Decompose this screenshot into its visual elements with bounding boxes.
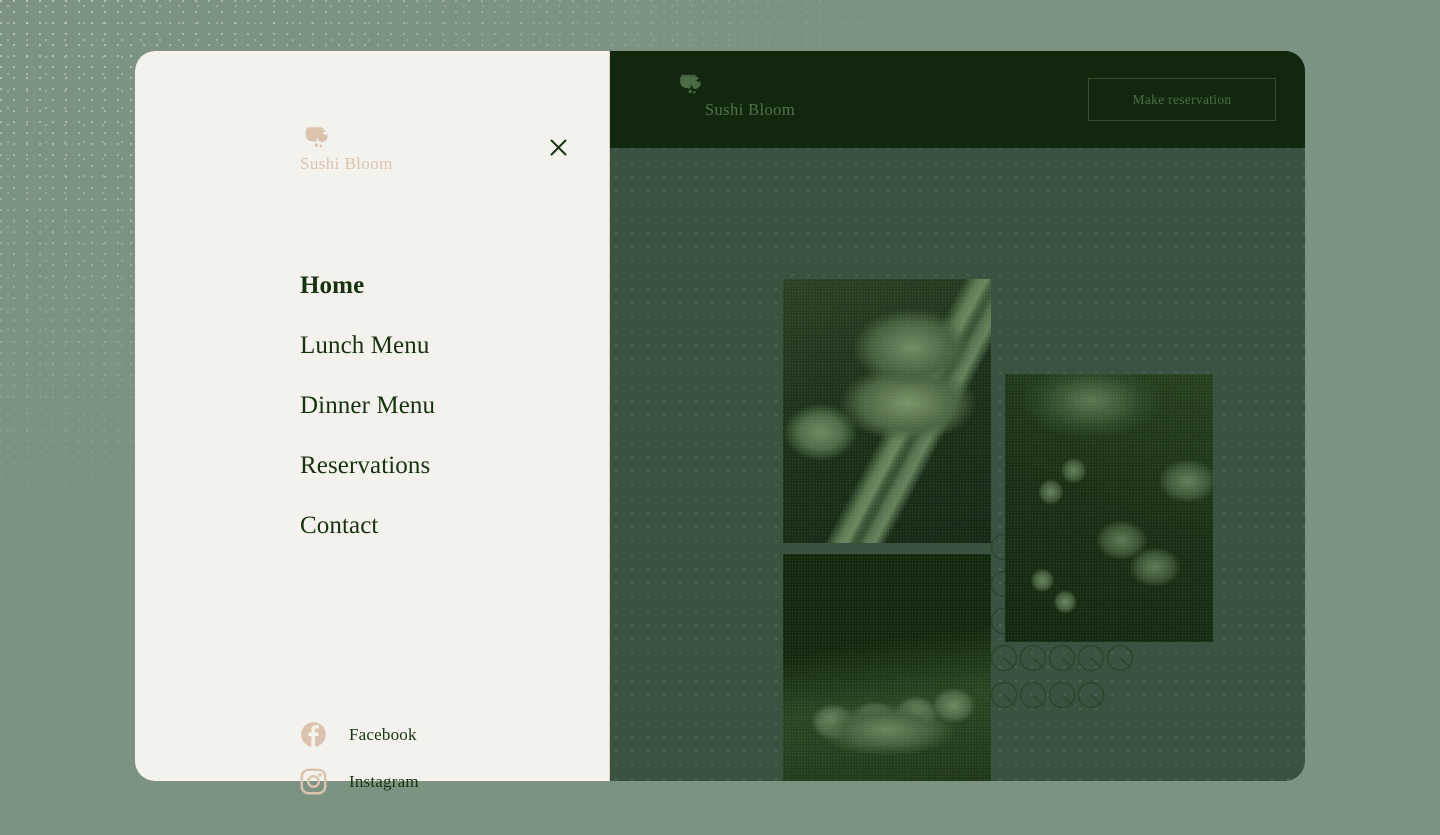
facebook-icon [301, 722, 326, 747]
header-brand-name: Sushi Bloom [704, 100, 796, 119]
social-link-instagram[interactable]: Instagram [300, 758, 419, 805]
close-icon [550, 139, 566, 155]
navigation-drawer: Sushi Bloom Home Lunch Menu Dinner Menu … [135, 51, 610, 795]
photo-tint [783, 279, 991, 543]
sushi-board-photo [1005, 374, 1213, 642]
nav-item-home: Home [300, 256, 600, 316]
nav-link-home[interactable]: Home [300, 256, 600, 316]
nav-item-reservations: Reservations [300, 436, 600, 496]
shrimp-icon [680, 74, 701, 94]
photo-tint [783, 554, 991, 781]
drawer-brand-name: Sushi Bloom [300, 154, 393, 173]
social-label-facebook: Facebook [349, 724, 417, 744]
sushi-tray-photo [783, 554, 991, 781]
nav-link-contact[interactable]: Contact [300, 496, 600, 556]
page-background: Sushi Bloom Make reservation Sushi Bloom [0, 0, 1440, 835]
make-reservation-button[interactable]: Make reservation [1088, 78, 1276, 121]
nav-item-lunch-menu: Lunch Menu [300, 316, 600, 376]
shrimp-icon [305, 126, 328, 148]
social-links-list: Facebook Instagram [300, 711, 419, 805]
nav-link-reservations[interactable]: Reservations [300, 436, 600, 496]
nav-link-lunch-menu[interactable]: Lunch Menu [300, 316, 600, 376]
drawer-brand[interactable]: Sushi Bloom [300, 123, 393, 174]
nav-link-dinner-menu[interactable]: Dinner Menu [300, 376, 600, 436]
nav-item-dinner-menu: Dinner Menu [300, 376, 600, 436]
social-item-instagram: Instagram [300, 758, 419, 805]
social-link-facebook[interactable]: Facebook [300, 711, 419, 758]
header-brand[interactable]: Sushi Bloom [675, 71, 825, 120]
nav-item-contact: Contact [300, 496, 600, 556]
social-label-instagram: Instagram [349, 771, 419, 791]
sushi-plate-photo [783, 279, 991, 543]
instagram-icon [300, 768, 327, 795]
social-item-facebook: Facebook [300, 711, 419, 758]
photo-tint [1005, 374, 1213, 642]
close-menu-button[interactable] [541, 130, 575, 164]
primary-nav-list: Home Lunch Menu Dinner Menu Reservations… [300, 256, 600, 556]
